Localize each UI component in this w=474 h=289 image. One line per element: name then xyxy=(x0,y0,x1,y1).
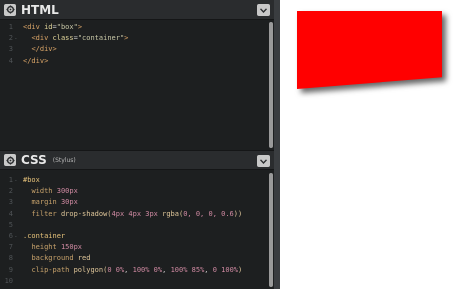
code-token: .container xyxy=(23,231,66,240)
css-code-area[interactable]: 1- #box 2 width 300px 3 margin 30px 4 filter… xyxy=(0,175,268,287)
code-token: , xyxy=(204,265,213,274)
code-token: </div> xyxy=(23,56,49,65)
code-token: background xyxy=(31,254,78,263)
line-number: 1 xyxy=(8,176,13,184)
code-token: 150px xyxy=(60,243,83,252)
line-number: 6 xyxy=(8,231,13,240)
code-token: red xyxy=(77,254,91,263)
panel-resize-handle[interactable] xyxy=(274,0,280,289)
line-number: 4 xyxy=(8,209,13,218)
code-line[interactable]: 3 margin 30px xyxy=(0,197,268,208)
code-text: clip-path polygon(0 0%, 100% 0%, 100% 85… xyxy=(23,265,242,276)
code-line[interactable]: 5 xyxy=(0,220,268,231)
code-line[interactable]: 8 background red xyxy=(0,253,268,264)
code-editors: HTML 1 <div id="box"> 2- <div class="conta… xyxy=(0,0,280,289)
code-token: rgba( xyxy=(162,209,184,218)
code-line[interactable]: 4 </div> xyxy=(0,56,268,67)
code-token: 100% 0% xyxy=(132,265,163,274)
code-token: filter xyxy=(31,209,61,218)
code-token: , xyxy=(162,265,171,274)
chevron-down-icon[interactable] xyxy=(257,155,270,167)
code-token: 0 100% xyxy=(212,265,239,274)
code-token: 0, 0, 0, 0.6 xyxy=(183,209,234,218)
code-text: background red xyxy=(23,253,90,264)
html-panel-header: HTML xyxy=(0,0,274,20)
code-token: width xyxy=(31,187,57,196)
code-line[interactable]: 9 clip-path polygon(0 0%, 100% 0%, 100% … xyxy=(0,265,268,276)
code-text: <div id="box"> xyxy=(23,22,82,33)
gear-icon[interactable] xyxy=(4,3,16,16)
css-panel-header: CSS (Stylus) xyxy=(0,150,274,170)
line-number: 8 xyxy=(8,254,13,263)
code-token: height xyxy=(31,243,61,252)
code-text: </div> xyxy=(23,44,57,55)
panel-title: CSS xyxy=(21,153,47,167)
code-token: > xyxy=(77,23,83,31)
code-line[interactable]: 6- .container xyxy=(0,231,268,242)
fold-marker[interactable]: - xyxy=(14,231,18,242)
code-token: class xyxy=(52,34,74,43)
html-code-area[interactable]: 1 <div id="box"> 2- <div class="container"… xyxy=(0,22,268,67)
line-number: 9 xyxy=(8,265,13,274)
css-panel: CSS (Stylus) 1- #box 2 width 300px 3 margin… xyxy=(0,150,274,289)
line-number: 1 xyxy=(8,23,13,31)
code-text: </div> xyxy=(23,56,48,67)
panel-title: HTML xyxy=(21,2,59,17)
preprocessor-label: (Stylus) xyxy=(52,156,76,164)
line-number: 10 xyxy=(4,276,13,285)
code-line[interactable]: 2 width 300px xyxy=(0,186,268,197)
preview-box xyxy=(297,11,442,89)
code-token: 0 0% xyxy=(107,265,125,274)
code-line[interactable]: 3 </div> xyxy=(0,44,268,55)
fold-marker[interactable]: - xyxy=(14,175,18,186)
code-text: #box xyxy=(23,175,40,186)
line-number: 3 xyxy=(8,198,13,207)
code-token: > xyxy=(124,34,129,43)
line-number: 3 xyxy=(8,45,13,54)
result-preview xyxy=(281,0,474,289)
code-token: <div xyxy=(31,34,53,43)
code-line[interactable]: 1- #box xyxy=(0,175,268,186)
scrollbar-thumb[interactable] xyxy=(269,22,273,148)
code-text: <div class="container"> xyxy=(23,33,128,44)
code-token: "box" xyxy=(56,23,78,31)
fold-marker[interactable]: - xyxy=(14,33,18,44)
code-token: polygon( xyxy=(73,265,108,274)
code-text: .container xyxy=(23,231,65,242)
code-text: margin 30px xyxy=(23,197,78,208)
line-number: 7 xyxy=(8,243,13,252)
line-number: 2 xyxy=(8,34,13,43)
gear-icon[interactable] xyxy=(4,154,16,166)
code-token: ) xyxy=(238,265,243,274)
code-text: filter drop-shadow(4px 4px 3px rgba(0, 0… xyxy=(23,209,242,220)
code-token: , xyxy=(124,265,133,274)
code-token: <div xyxy=(23,23,45,31)
code-token: )) xyxy=(233,209,243,218)
code-line[interactable]: 10 xyxy=(0,276,268,287)
code-token: "container" xyxy=(77,34,125,43)
code-line[interactable]: 4 filter drop-shadow(4px 4px 3px rgba(0,… xyxy=(0,209,268,220)
code-token: #box xyxy=(23,176,40,184)
code-text: height 150px xyxy=(23,242,82,253)
html-panel: HTML 1 <div id="box"> 2- <div class="conta… xyxy=(0,0,274,150)
code-token: </div> xyxy=(31,45,57,54)
code-token: id xyxy=(44,23,53,31)
code-token: clip-path xyxy=(31,265,74,274)
code-token: margin xyxy=(31,198,61,207)
code-line[interactable]: 7 height 150px xyxy=(0,242,268,253)
chevron-down-icon[interactable] xyxy=(257,4,270,16)
scrollbar-thumb[interactable] xyxy=(269,173,273,287)
code-line[interactable]: 1 <div id="box"> xyxy=(0,22,268,33)
code-token: 300px xyxy=(56,187,78,196)
line-number: 4 xyxy=(8,56,13,65)
line-number: 5 xyxy=(8,220,13,229)
preview-red-shape xyxy=(297,11,442,89)
code-line[interactable]: 2- <div class="container"> xyxy=(0,33,268,44)
code-token: 30px xyxy=(60,198,78,207)
code-token: 4px 4px 3px xyxy=(111,209,163,218)
code-token: drop-shadow( xyxy=(60,209,112,218)
line-number: 2 xyxy=(8,187,13,196)
code-token: 100% 85% xyxy=(170,265,205,274)
code-text: width 300px xyxy=(23,186,78,197)
